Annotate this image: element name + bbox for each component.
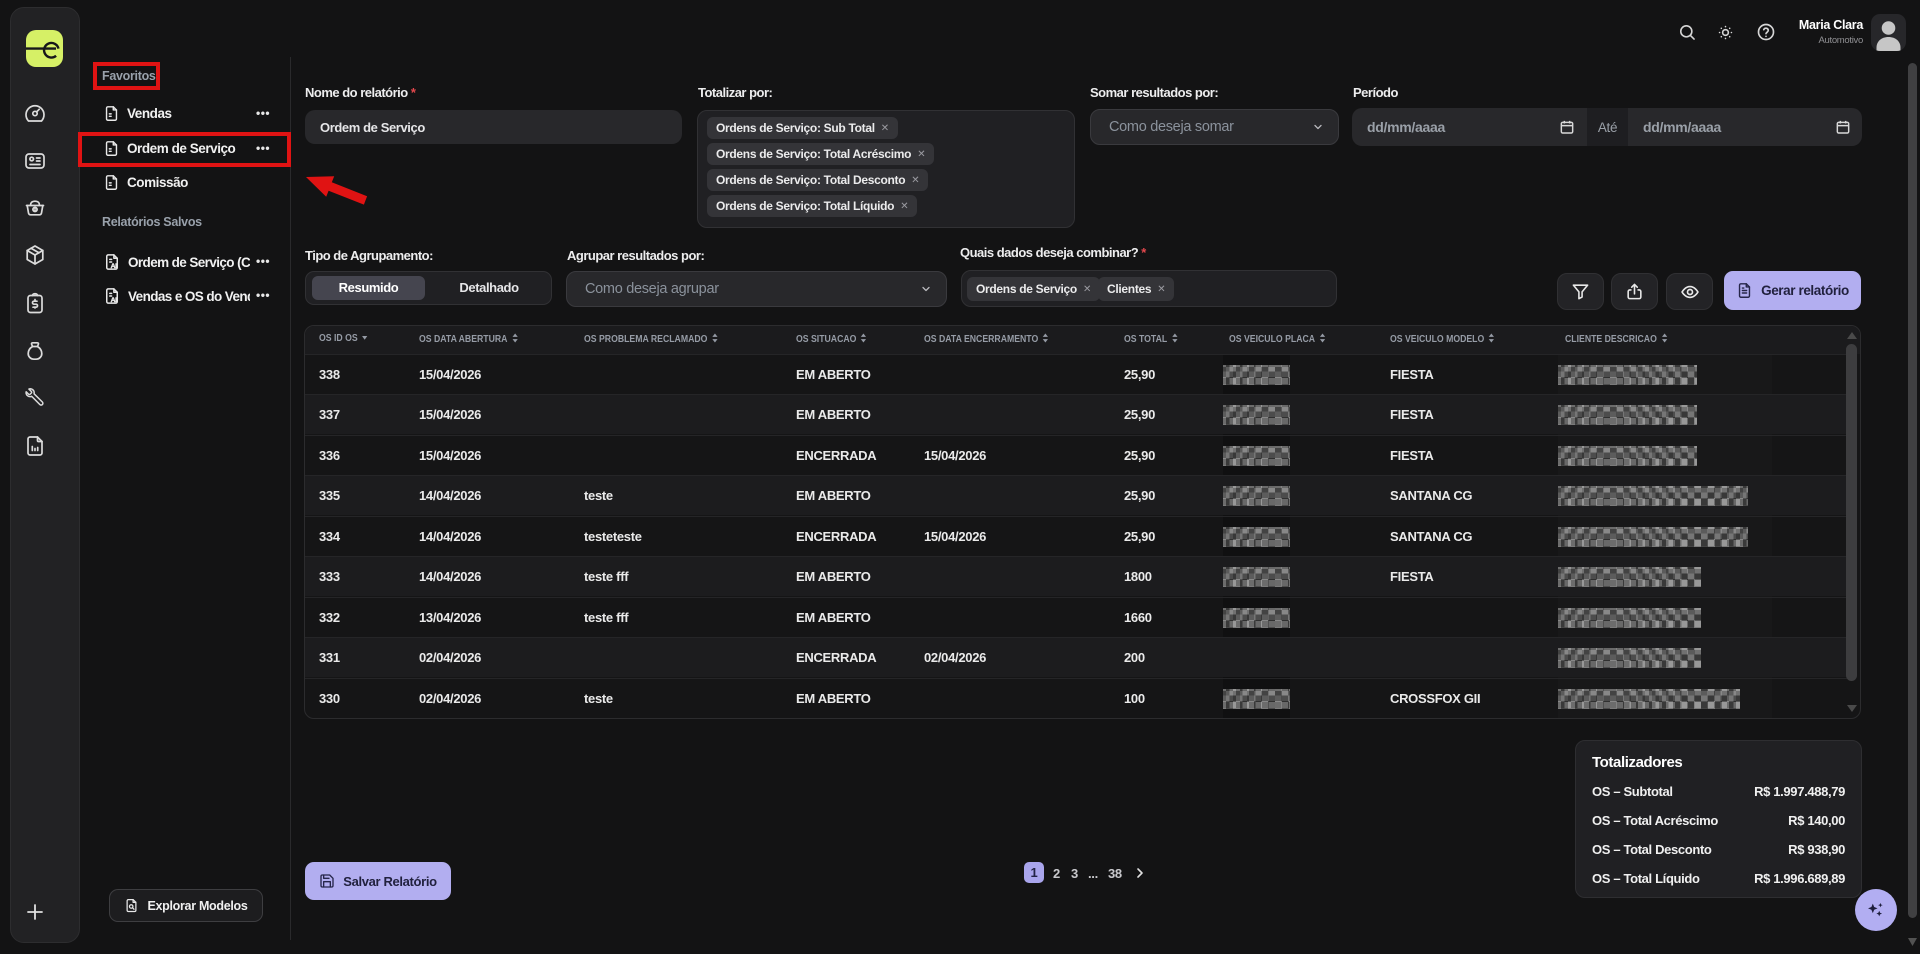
svg-text:AI: AI <box>111 297 118 304</box>
svg-text:AI: AI <box>111 263 118 270</box>
